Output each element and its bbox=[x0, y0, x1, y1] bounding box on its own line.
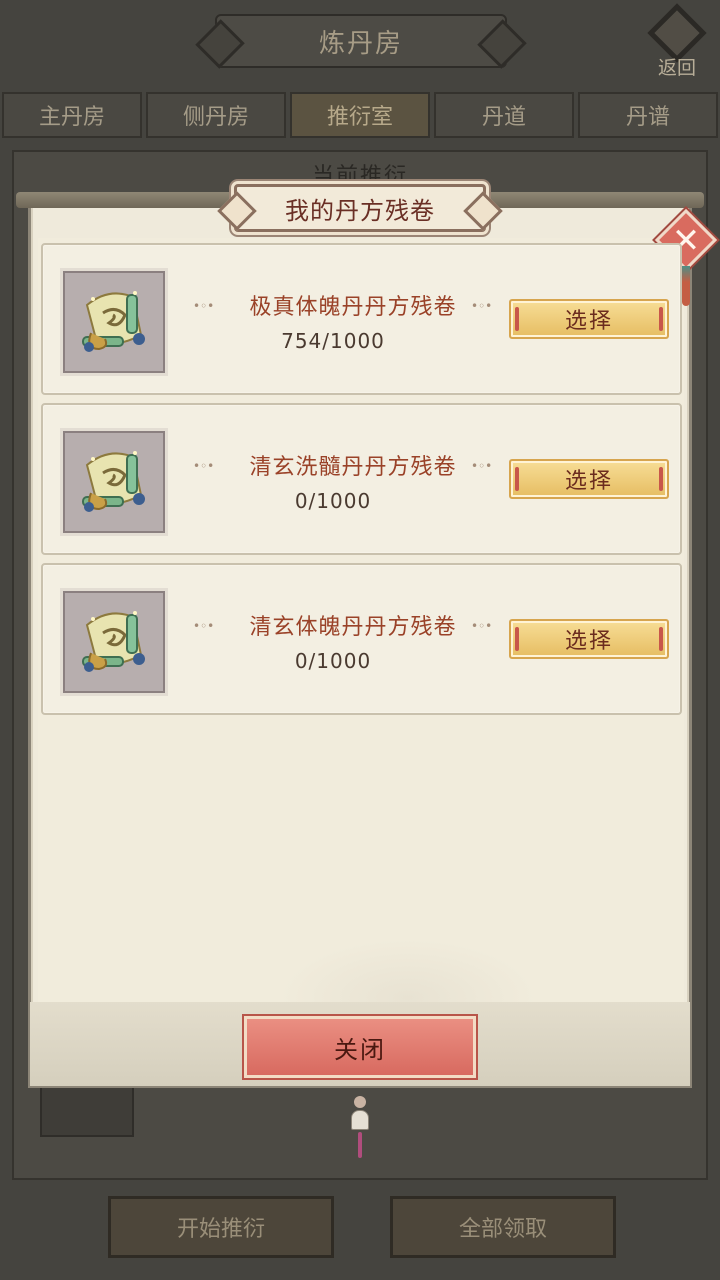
modal-title-text: 我的丹方残卷 bbox=[285, 196, 435, 225]
tab-label: 推衍室 bbox=[326, 105, 393, 130]
right-ornament: •◦• bbox=[471, 619, 493, 633]
item-name: 极真体魄丹丹方残卷 bbox=[249, 295, 457, 320]
scroll-icon[interactable] bbox=[60, 588, 168, 696]
close-button[interactable]: 关闭 bbox=[244, 1016, 476, 1078]
tab-label: 丹谱 bbox=[625, 105, 670, 130]
tab-label: 丹道 bbox=[481, 105, 526, 130]
tab-label: 主丹房 bbox=[38, 105, 105, 130]
list-item: •◦• 极真体魄丹丹方残卷 •◦• 754/1000 选择 bbox=[41, 243, 682, 395]
right-ornament: •◦• bbox=[471, 299, 493, 313]
tab-recipe-book[interactable]: 丹谱 bbox=[578, 92, 718, 138]
right-ornament: •◦• bbox=[471, 459, 493, 473]
select-label: 选择 bbox=[564, 469, 613, 494]
item-name: 清玄体魄丹丹方残卷 bbox=[249, 615, 457, 640]
tab-main-room[interactable]: 主丹房 bbox=[2, 92, 142, 138]
collect-all-label: 全部领取 bbox=[458, 1217, 547, 1242]
start-deduction-button[interactable]: 开始推衍 bbox=[108, 1196, 334, 1258]
list-item: •◦• 清玄体魄丹丹方残卷 •◦• 0/1000 选择 bbox=[41, 563, 682, 715]
item-name: 清玄洗髓丹丹方残卷 bbox=[249, 455, 457, 480]
select-label: 选择 bbox=[564, 309, 613, 334]
start-deduction-label: 开始推衍 bbox=[176, 1217, 265, 1242]
select-button[interactable]: 选择 bbox=[509, 459, 669, 499]
item-count: 754/1000 bbox=[281, 329, 385, 353]
tab-side-room[interactable]: 侧丹房 bbox=[146, 92, 286, 138]
page-title-text: 炼丹房 bbox=[318, 28, 403, 59]
bell-tassel bbox=[358, 1132, 362, 1158]
page-title: 炼丹房 bbox=[215, 14, 507, 68]
select-label: 选择 bbox=[564, 629, 613, 654]
list-item: •◦• 清玄洗髓丹丹方残卷 •◦• 0/1000 选择 bbox=[41, 403, 682, 555]
back-label: 返回 bbox=[657, 57, 696, 79]
bell-knot bbox=[354, 1096, 366, 1108]
select-button[interactable]: 选择 bbox=[509, 299, 669, 339]
bell-ornament-icon bbox=[346, 1096, 374, 1160]
modal-title: 我的丹方残卷 bbox=[234, 184, 486, 232]
item-count: 0/1000 bbox=[294, 649, 372, 673]
scroll-icon[interactable] bbox=[60, 268, 168, 376]
collect-all-button[interactable]: 全部领取 bbox=[390, 1196, 616, 1258]
tab-deduction-room[interactable]: 推衍室 bbox=[290, 92, 430, 138]
back-button[interactable]: 返回 bbox=[644, 3, 710, 80]
bell-body bbox=[351, 1110, 369, 1130]
select-button[interactable]: 选择 bbox=[509, 619, 669, 659]
tassel-ornament bbox=[682, 266, 690, 306]
tab-alchemy-dao[interactable]: 丹道 bbox=[434, 92, 574, 138]
close-label: 关闭 bbox=[334, 1035, 386, 1064]
tab-label: 侧丹房 bbox=[182, 105, 249, 130]
tab-bar: 主丹房 侧丹房 推衍室 丹道 丹谱 bbox=[0, 92, 720, 138]
scroll-icon[interactable] bbox=[60, 428, 168, 536]
item-count: 0/1000 bbox=[294, 489, 372, 513]
